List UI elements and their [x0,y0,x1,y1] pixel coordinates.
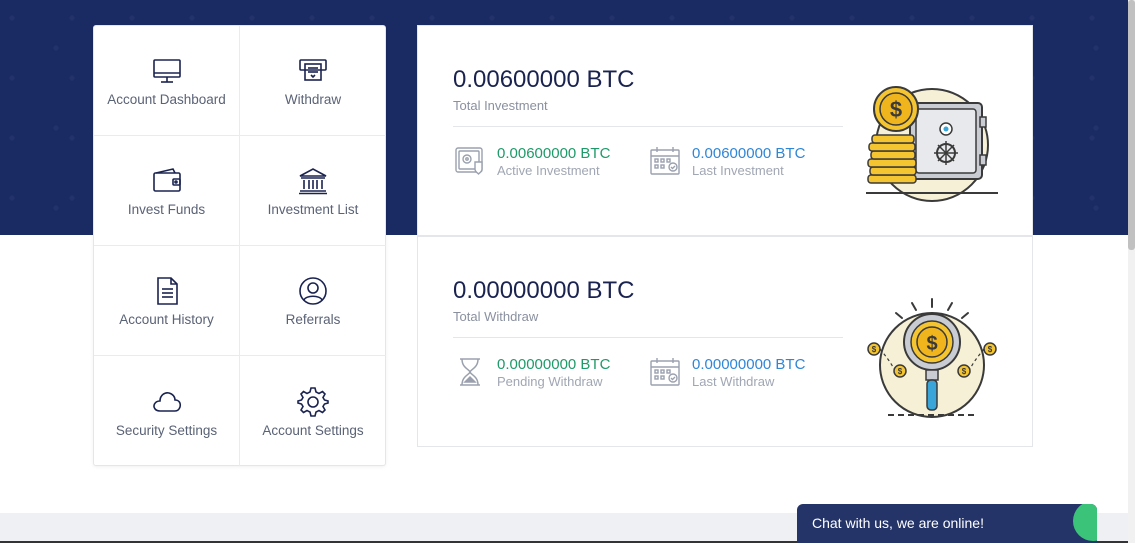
svg-text:$: $ [962,367,967,376]
online-status-indicator [1073,504,1097,541]
withdraw-card: 0.00000000 BTC Total Withdraw 0.00000000… [417,236,1033,447]
document-icon [150,274,184,308]
menu-item-invest-funds[interactable]: Invest Funds [94,136,240,246]
divider [453,337,843,338]
bank-icon [296,164,330,198]
menu-item-referrals[interactable]: Referrals [240,246,386,356]
total-investment-label: Total Investment [453,98,548,113]
menu-item-account-dashboard[interactable]: Account Dashboard [94,26,240,136]
svg-text:$: $ [926,333,937,355]
menu-item-label: Referrals [285,312,341,327]
last-withdraw-label: Last Withdraw [692,373,775,389]
menu-item-investment-list[interactable]: Investment List [240,136,386,246]
pending-withdraw-stat: 0.00000000 BTC Pending Withdraw [453,355,610,389]
chat-widget[interactable]: Chat with us, we are online! [797,504,1097,543]
calendar-icon [648,144,682,178]
last-investment-label: Last Investment [692,162,784,178]
chat-widget-text: Chat with us, we are online! [812,515,984,531]
total-withdraw-label: Total Withdraw [453,309,539,324]
menu-item-label: Account Dashboard [107,92,226,107]
menu-item-label: Invest Funds [127,202,206,217]
coins-safe-illustration: $ [866,86,998,202]
last-investment-value: 0.00600000 BTC [692,144,806,162]
menu-item-label: Withdraw [284,92,342,107]
active-investment-label: Active Investment [497,162,600,178]
menu-item-account-history[interactable]: Account History [94,246,240,356]
divider [453,126,843,127]
pending-withdraw-label: Pending Withdraw [497,373,603,389]
menu-item-withdraw[interactable]: Withdraw [240,26,386,136]
total-withdraw-amount: 0.00000000 BTC [453,277,635,304]
menu-item-security-settings[interactable]: Security Settings [94,356,240,466]
gear-icon [296,385,330,419]
user-circle-icon [296,274,330,308]
hourglass-icon [453,355,487,389]
active-investment-stat: 0.00600000 BTC Active Investment [453,144,610,178]
monitor-icon [150,54,184,88]
scrollbar-track[interactable] [1128,0,1135,543]
menu-item-label: Account Settings [262,422,364,438]
menu-item-label: Investment List [267,202,359,217]
account-menu: Account Dashboard Withdraw Invest Funds … [93,25,386,466]
cloud-icon [150,385,184,419]
menu-item-label: Security Settings [115,422,218,438]
last-investment-stat: 0.00600000 BTC Last Investment [648,144,805,178]
last-withdraw-stat: 0.00000000 BTC Last Withdraw [648,355,805,389]
safe-icon [453,144,487,178]
wallet-icon [150,164,184,198]
last-withdraw-value: 0.00000000 BTC [692,355,806,373]
svg-text:$: $ [988,345,993,354]
atm-icon [296,54,330,88]
scrollbar-thumb[interactable] [1128,0,1135,250]
menu-item-label: Account History [119,312,214,327]
menu-item-account-settings[interactable]: Account Settings [240,356,386,466]
svg-text:$: $ [872,345,877,354]
active-investment-value: 0.00600000 BTC [497,144,611,162]
calendar-icon [648,355,682,389]
pending-withdraw-value: 0.00000000 BTC [497,355,611,373]
svg-text:$: $ [890,97,902,122]
total-investment-amount: 0.00600000 BTC [453,66,635,93]
investment-card: 0.00600000 BTC Total Investment 0.006000… [417,25,1033,236]
magnifier-coin-illustration: $ $ $ $ $ [867,298,997,418]
svg-text:$: $ [898,367,903,376]
